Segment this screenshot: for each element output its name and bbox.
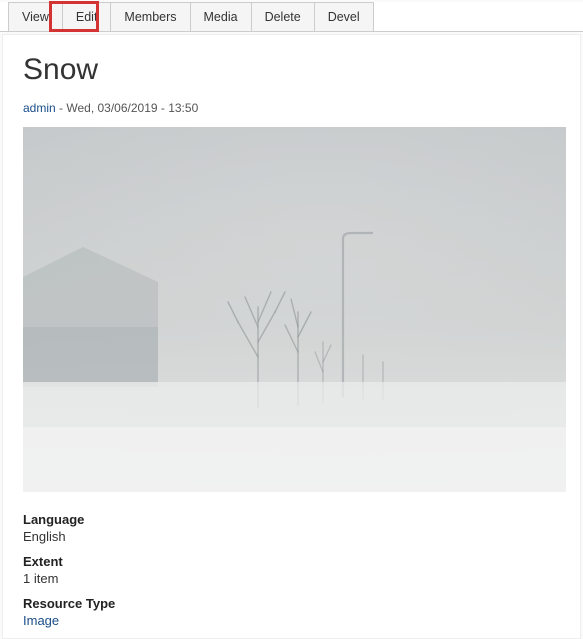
tab-bar: View Edit Members Media Delete Devel [0, 2, 583, 32]
resource-type-label: Resource Type [23, 596, 560, 611]
tab-view[interactable]: View [8, 2, 63, 31]
tab-edit[interactable]: Edit [62, 2, 112, 31]
language-label: Language [23, 512, 560, 527]
content-region: Snow admin - Wed, 03/06/2019 - 13:50 [2, 34, 581, 639]
byline-sep: - [56, 101, 67, 115]
byline: admin - Wed, 03/06/2019 - 13:50 [23, 101, 560, 115]
tab-devel[interactable]: Devel [314, 2, 374, 31]
tab-members[interactable]: Members [110, 2, 190, 31]
tab-media[interactable]: Media [190, 2, 252, 31]
author-link[interactable]: admin [23, 101, 56, 115]
byline-date: Wed, 03/06/2019 - 13:50 [66, 101, 198, 115]
tab-delete[interactable]: Delete [251, 2, 315, 31]
language-value: English [23, 529, 560, 544]
featured-image [23, 127, 566, 492]
page-title: Snow [23, 53, 560, 87]
extent-label: Extent [23, 554, 560, 569]
resource-type-value[interactable]: Image [23, 613, 560, 628]
extent-value: 1 item [23, 571, 560, 586]
